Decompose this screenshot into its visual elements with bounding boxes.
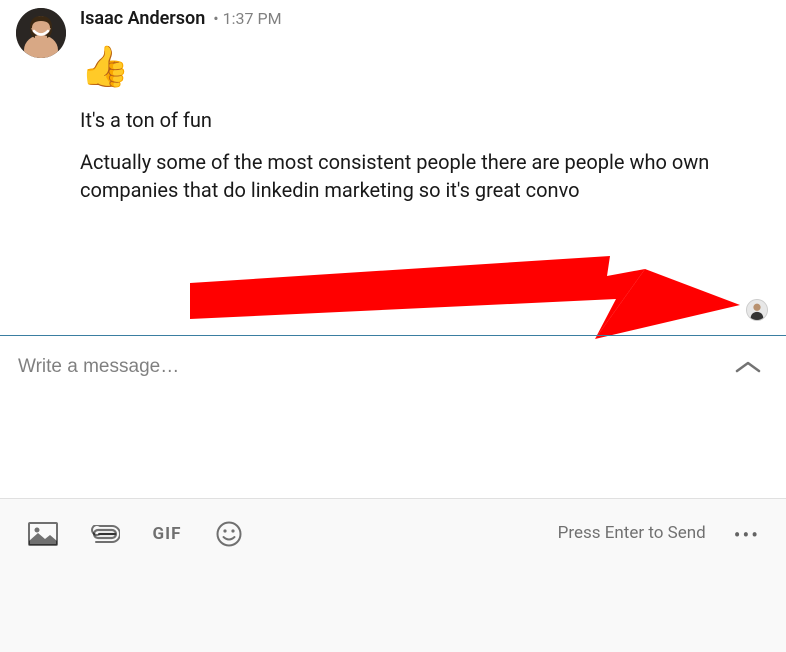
read-receipt-avatar[interactable] <box>746 299 768 321</box>
avatar[interactable] <box>16 8 66 58</box>
message-text-2: Actually some of the most consistent peo… <box>80 148 740 204</box>
chevron-up-icon[interactable] <box>734 357 762 377</box>
message-header: Isaac Anderson • 1:37 PM <box>80 8 770 29</box>
emoji-icon[interactable] <box>212 521 246 547</box>
attachment-icon[interactable] <box>88 521 122 547</box>
compose-row <box>0 336 786 398</box>
more-options-icon[interactable]: ••• <box>734 523 760 547</box>
message-block: Isaac Anderson • 1:37 PM 👍 It's a ton of… <box>0 0 786 218</box>
message-text-1: It's a ton of fun <box>80 106 740 134</box>
gif-icon[interactable]: GIF <box>150 521 184 547</box>
image-icon[interactable] <box>26 521 60 547</box>
sender-name: Isaac Anderson <box>80 8 205 29</box>
send-hint: Press Enter to Send <box>558 523 706 543</box>
compose-area: GIF Press Enter to Send ••• <box>0 336 786 652</box>
message-timestamp: • 1:37 PM <box>213 9 281 28</box>
thumbs-up-emoji: 👍 <box>80 43 770 90</box>
compose-toolbar: GIF Press Enter to Send ••• <box>0 498 786 652</box>
compose-input[interactable] <box>18 356 734 378</box>
message-body: Isaac Anderson • 1:37 PM 👍 It's a ton of… <box>80 8 770 218</box>
